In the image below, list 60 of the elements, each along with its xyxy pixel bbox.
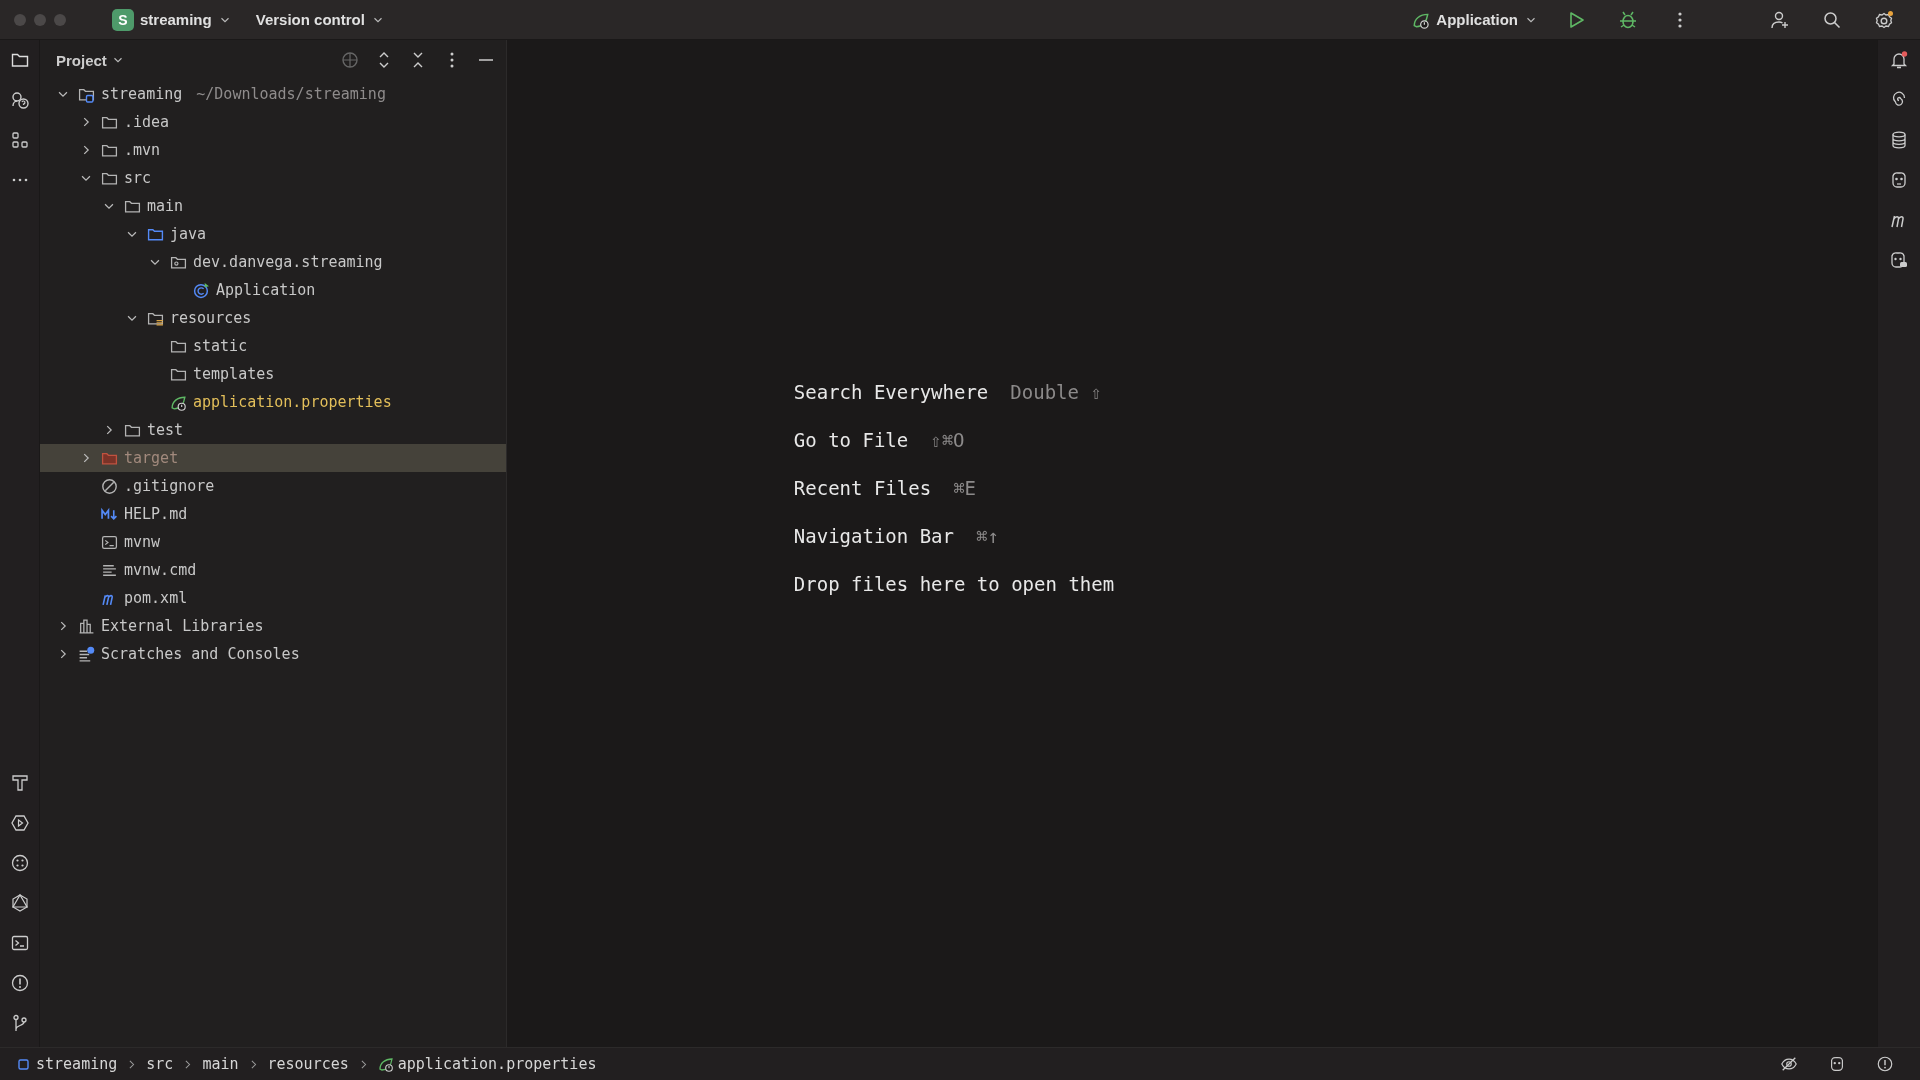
keyboard-shortcut: ⇧⌘O — [930, 428, 965, 451]
graph-icon[interactable] — [9, 893, 30, 913]
tree-item[interactable]: src — [40, 164, 506, 192]
breadcrumb[interactable]: resources — [265, 1055, 351, 1073]
keyboard-shortcut: Double ⇧ — [1010, 380, 1102, 403]
tree-item[interactable]: .idea — [40, 108, 506, 136]
breadcrumb[interactable]: main — [200, 1055, 241, 1073]
breadcrumb[interactable]: src — [144, 1055, 176, 1073]
bell-icon[interactable] — [1889, 50, 1909, 70]
breadcrumb[interactable]: streaming — [14, 1055, 120, 1073]
robot-face-icon[interactable] — [1889, 170, 1909, 190]
hint-action: Navigation Bar — [793, 524, 954, 547]
leaf-gear-icon — [170, 393, 187, 411]
project-path: ~/Downloads/streaming — [196, 85, 386, 103]
tree-item[interactable]: External Libraries — [40, 612, 506, 640]
structure-icon[interactable] — [9, 130, 30, 150]
tree-item[interactable]: dev.danvega.streaming — [40, 248, 506, 276]
tree-item[interactable]: resources — [40, 304, 506, 332]
hammer-icon[interactable] — [9, 773, 30, 793]
tree-item[interactable]: mvnw.cmd — [40, 556, 506, 584]
hint-action: Recent Files — [793, 476, 932, 499]
keyboard-shortcut: ⌘E — [953, 476, 976, 499]
tree-item[interactable]: .mvn — [40, 136, 506, 164]
project-switcher[interactable]: S streaming — [104, 4, 240, 35]
tree-item[interactable]: java — [40, 220, 506, 248]
library-icon — [78, 617, 95, 635]
version-control-menu[interactable]: Version control — [247, 7, 393, 32]
leaf-gear-icon — [377, 1056, 394, 1072]
tree-item[interactable]: .gitignore — [40, 472, 506, 500]
scratches-icon — [78, 645, 95, 663]
tree-item[interactable]: main — [40, 192, 506, 220]
tree-item[interactable]: templates — [40, 360, 506, 388]
database-icon[interactable] — [1889, 130, 1909, 150]
problems-icon[interactable] — [9, 973, 30, 993]
module-square-icon — [16, 1056, 32, 1072]
tree-item[interactable]: Application — [40, 276, 506, 304]
hint-action: Drop files here to open them — [793, 572, 1115, 595]
hint-action: Go to File — [793, 428, 909, 451]
services-icon[interactable] — [9, 813, 30, 833]
prohibited-icon — [101, 477, 118, 495]
tree-item[interactable]: application.properties — [40, 388, 506, 416]
markdown-icon — [101, 505, 118, 523]
tree-item[interactable]: static — [40, 332, 506, 360]
tree-item[interactable]: pom.xml — [40, 584, 506, 612]
crosshair-icon[interactable] — [340, 50, 360, 70]
dots-circle-icon[interactable] — [9, 853, 30, 873]
terminal-icon — [101, 533, 118, 551]
run-configuration-selector[interactable]: Application — [1404, 6, 1546, 33]
terminal-icon[interactable] — [9, 933, 30, 953]
hint-action: Search Everywhere — [793, 380, 989, 403]
breadcrumb[interactable]: application.properties — [375, 1055, 599, 1073]
tree-item[interactable]: streaming ~/Downloads/streaming — [40, 80, 506, 108]
keyboard-shortcut: ⌘↑ — [976, 524, 999, 547]
project-view-selector[interactable]: Project — [50, 50, 131, 70]
robot-chat-icon[interactable] — [1889, 250, 1909, 270]
tree-item[interactable]: HELP.md — [40, 500, 506, 528]
tree-item[interactable]: Scratches and Consoles — [40, 640, 506, 668]
class-icon — [193, 281, 210, 299]
tree-item[interactable]: test — [40, 416, 506, 444]
tree-item[interactable]: mvnw — [40, 528, 506, 556]
